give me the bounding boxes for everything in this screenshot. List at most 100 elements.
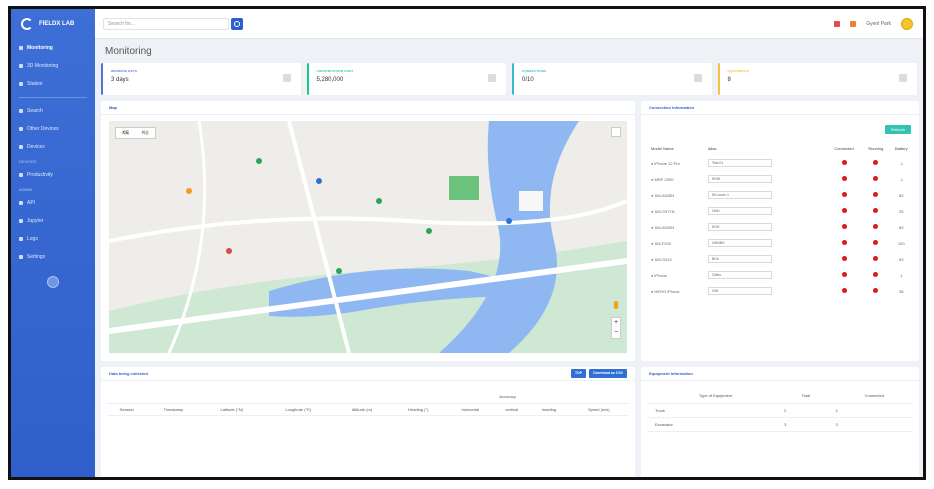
model-name: SM-G977N	[647, 203, 708, 219]
topbar-actions: Gyeol Park	[834, 17, 923, 30]
equipment-table-body: Truck 2 2 Excavator 3 3	[647, 403, 913, 432]
zoom-out-button[interactable]: −	[612, 328, 620, 338]
fullscreen-icon[interactable]	[611, 127, 621, 137]
sidebar-item-logs[interactable]: Logs	[11, 230, 95, 248]
stat-label: EQUIPMENTS	[727, 69, 750, 73]
col-type: Type of Equipment	[647, 389, 777, 404]
table-row: SM-A528NSN-rover-1 83	[647, 187, 913, 203]
won-icon	[488, 74, 496, 82]
table-row: iPhone 12 ProTest-01 -1	[647, 155, 913, 171]
sidebar-item-settings[interactable]: Settings	[11, 248, 95, 266]
alias-cell: CMl	[707, 283, 826, 299]
sidebar-item-jupyter[interactable]: Jupyter	[11, 212, 95, 230]
sidebar-item-api[interactable]: API	[11, 194, 95, 212]
alias-input[interactable]: BHh	[707, 255, 772, 263]
map-type-satellite[interactable]: 위성	[135, 128, 154, 138]
map-type-map[interactable]: 지도	[116, 128, 135, 138]
sidebar-caption-devices: DEVICES	[19, 158, 37, 164]
stat-construction-cost: CONSTRUCTION COST 5,280,000	[306, 63, 506, 95]
dashboard-icon	[19, 46, 23, 50]
notebook-icon	[19, 219, 23, 223]
status-dot-icon	[841, 208, 847, 213]
avatar[interactable]	[901, 17, 913, 30]
zoom-in-button[interactable]: +	[612, 318, 620, 328]
model-name: MRF-2000	[647, 171, 708, 187]
map-card: Map 지도 위성 + −	[101, 101, 635, 361]
status-dot-icon	[873, 272, 879, 277]
alias-cell: CMNBS	[707, 235, 826, 251]
sidebar-item-search[interactable]: Search	[11, 102, 95, 120]
alias-cell: CMbs	[707, 267, 826, 283]
gear-icon	[19, 255, 23, 259]
col-model: Model Name	[651, 145, 674, 151]
sidebar-item-productivity[interactable]: Productivity	[11, 166, 95, 184]
accuracy-group-header: Accuracy	[446, 391, 569, 404]
alias-cell: BHh	[707, 251, 826, 267]
alias-input[interactable]: CMbs	[707, 271, 772, 279]
data-card-actions: TOP Download as CSV	[569, 369, 627, 378]
connected-cell	[826, 219, 862, 235]
sidebar-item-3d-monitoring[interactable]: 3D Monitoring	[11, 57, 95, 75]
status-dot-icon	[841, 224, 847, 229]
messages-icon[interactable]	[850, 20, 857, 27]
status-dot-icon	[873, 176, 879, 181]
alias-input[interactable]: 16hh	[707, 207, 772, 215]
model-name: HERO iPhone	[647, 283, 708, 299]
data-table: Accuracy Session Timestamp Latitude (°N) Lo…	[107, 391, 629, 416]
alias-input[interactable]: CMl	[707, 287, 772, 295]
stats-row: WORKING DAYS 3 days CONSTRUCTION COST 5,…	[101, 63, 917, 95]
search-input[interactable]: Search for...	[103, 17, 229, 30]
sidebar-divider	[19, 97, 87, 98]
connection-card: Connection Information Refresh Model Nam…	[641, 101, 919, 361]
equipment-type: Truck	[647, 403, 777, 418]
alias-input[interactable]: SOH	[707, 223, 772, 231]
map-view[interactable]: 지도 위성 + −	[109, 121, 627, 353]
battery-cell: 89	[899, 224, 904, 230]
column-header: heading	[529, 403, 569, 416]
sidebar-collapse-button[interactable]	[47, 276, 59, 288]
running-cell	[862, 187, 890, 203]
user-name[interactable]: Gyeol Park	[866, 21, 891, 27]
table-header-row: Model Name Alias Connected Running Batte…	[647, 141, 913, 155]
equipment-connected: 2	[827, 403, 913, 418]
running-cell	[862, 267, 890, 283]
sidebar-item-station[interactable]: Station	[11, 75, 95, 93]
connection-card-title: Connection Information	[641, 101, 919, 115]
connection-table: Model Name Alias Connected Running Batte…	[647, 141, 913, 299]
running-cell	[862, 251, 890, 267]
topbar: Search for... Gyeol Park	[95, 9, 923, 39]
main-content: Monitoring WORKING DAYS 3 days CONSTRUCT…	[95, 39, 923, 477]
status-dot-icon	[841, 160, 847, 165]
brand-logo-icon	[21, 18, 33, 30]
col-connected: Connected	[834, 145, 854, 151]
alias-input[interactable]: SHW	[707, 175, 772, 183]
alias-input[interactable]: CMNBS	[707, 239, 772, 247]
equipment-table: Type of Equipment Total Connected Truck 2…	[647, 389, 913, 432]
connection-table-body: iPhone 12 ProTest-01 -1 MRF-2000SHW -1 SM-A5…	[647, 155, 913, 299]
sidebar-item-other-devices[interactable]: Other Devices	[11, 120, 95, 138]
stat-value: 0/10	[522, 77, 534, 83]
alias-input[interactable]: SN-rover-1	[707, 191, 772, 199]
status-dot-icon	[873, 208, 879, 213]
equipment-card-title: Equipment Information	[641, 367, 919, 381]
sidebar-item-monitoring[interactable]: Monitoring	[11, 39, 95, 57]
column-header: Latitude (°N)	[200, 403, 263, 416]
street-view-pegman-icon[interactable]	[614, 301, 618, 309]
alias-input[interactable]: Test-01	[707, 159, 772, 167]
refresh-button[interactable]: Refresh	[884, 125, 911, 134]
stat-connections: CONNECTIONS 0/10	[512, 63, 712, 95]
top-button[interactable]: TOP	[570, 369, 587, 378]
table-header-row: Session Timestamp Latitude (°N) Longitude (…	[107, 403, 629, 416]
running-cell	[862, 155, 890, 171]
sidebar-item-devices[interactable]: Devices	[11, 138, 95, 156]
alerts-bell-icon[interactable]	[834, 20, 841, 27]
download-csv-button[interactable]: Download as CSV	[589, 369, 627, 378]
data-table-wrap: Accuracy Session Timestamp Latitude (°N) Lo…	[101, 381, 635, 416]
model-name: SM-A528N	[647, 187, 708, 203]
app-window: FIELDX LAB Monitoring 3D Monitoring Stat…	[8, 6, 926, 480]
battery-cell: 25	[899, 208, 904, 214]
zoom-controls: + −	[611, 317, 621, 339]
stat-value: 5,280,000	[316, 77, 344, 83]
brand[interactable]: FIELDX LAB	[11, 9, 95, 39]
search-button[interactable]	[231, 17, 243, 30]
